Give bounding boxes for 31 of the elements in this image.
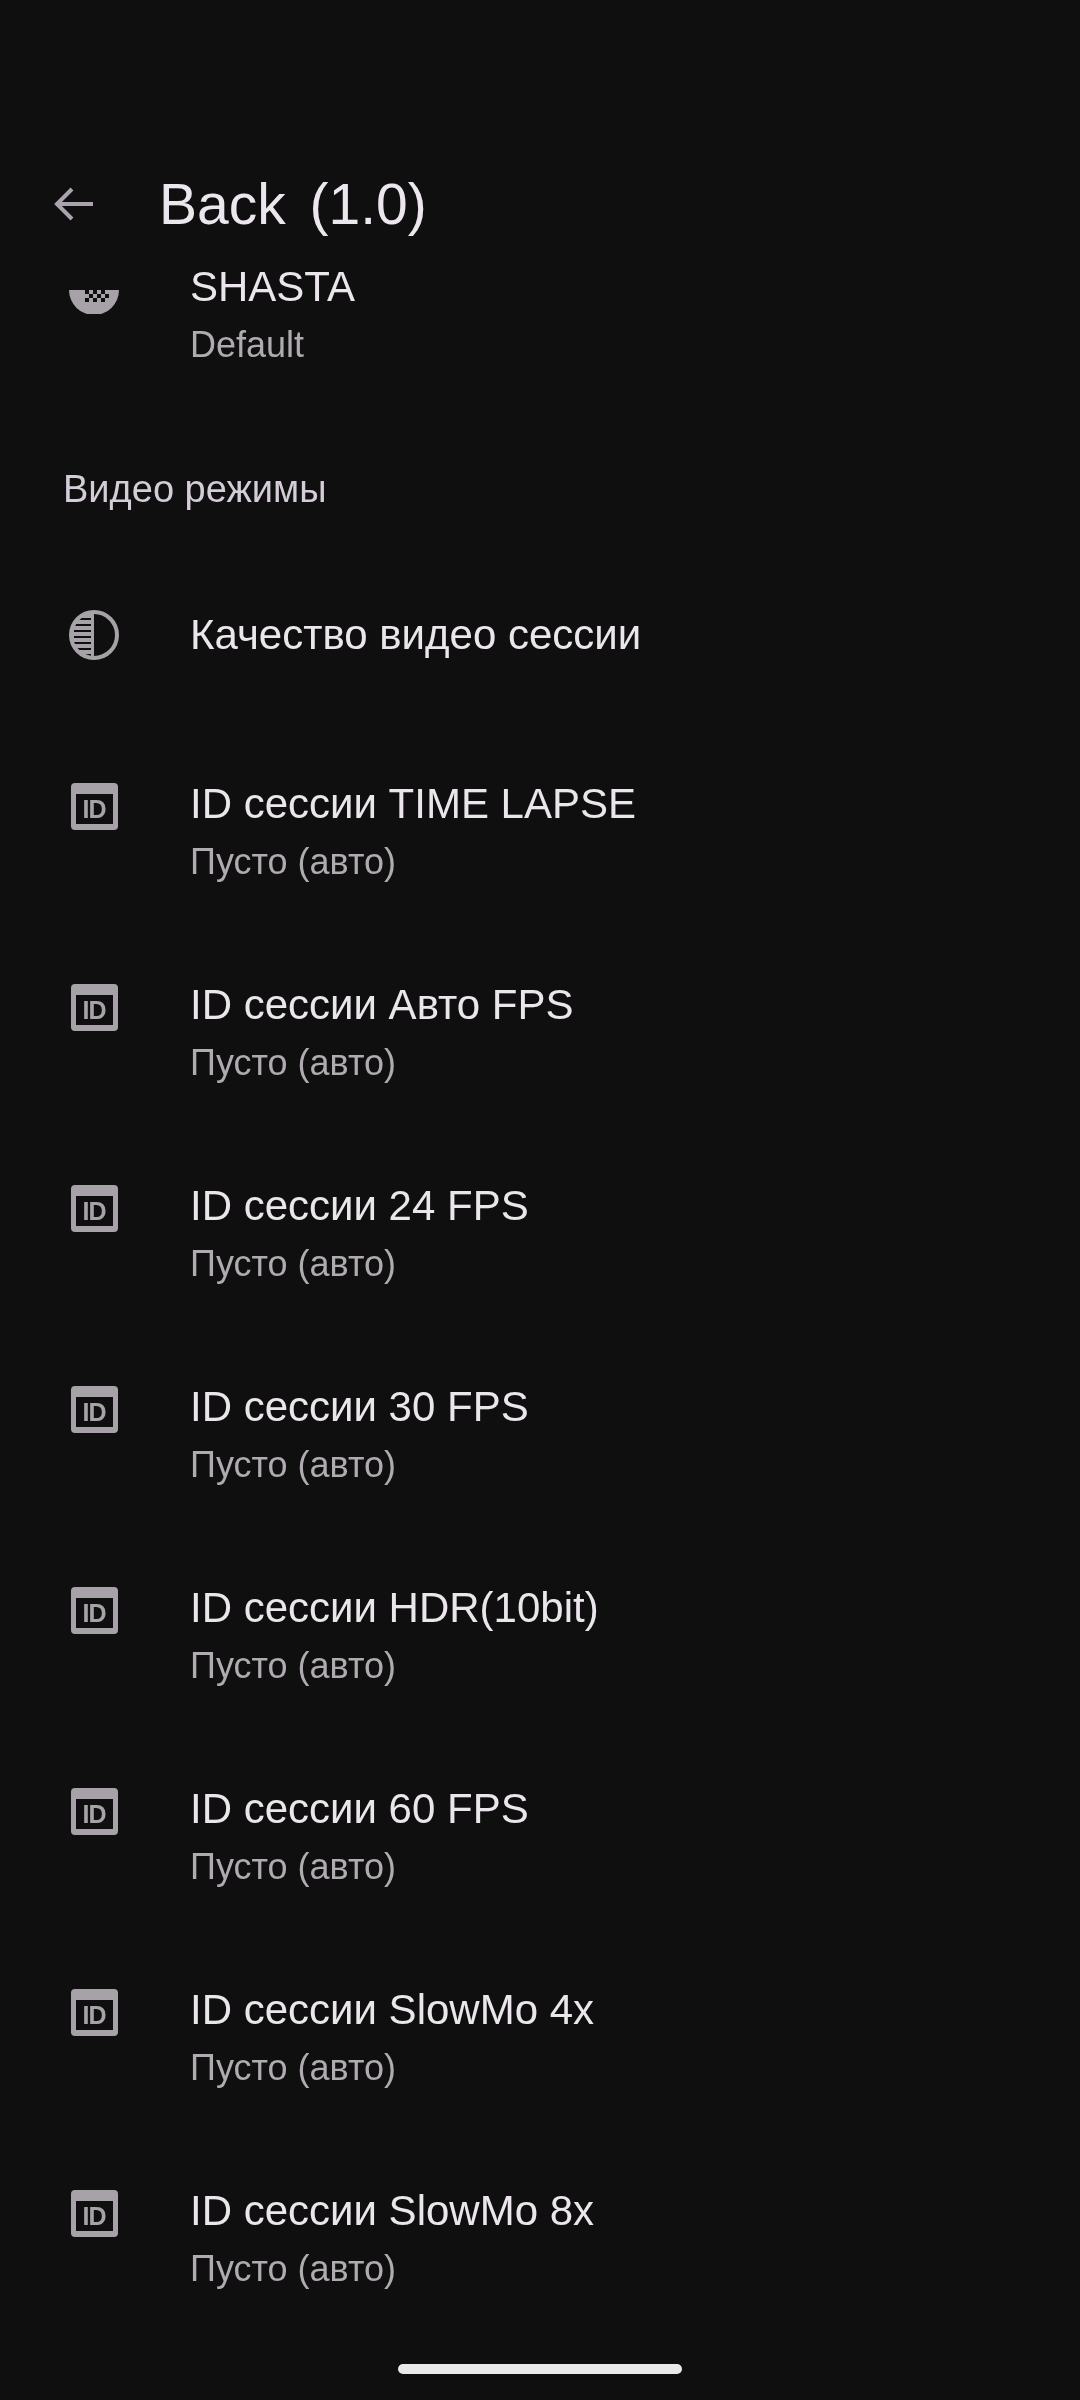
setting-value: Пусто (авто) <box>190 1443 396 1487</box>
id-card-icon: ID <box>70 783 118 830</box>
setting-value: Пусто (авто) <box>190 1845 396 1889</box>
setting-title[interactable]: ID сессии Авто FPS <box>190 980 574 1030</box>
contrast-icon <box>68 609 120 661</box>
setting-title[interactable]: ID сессии 30 FPS <box>190 1382 529 1432</box>
id-card-icon: ID <box>70 1788 118 1835</box>
setting-title[interactable]: ID сессии 60 FPS <box>190 1784 529 1834</box>
setting-value: Пусто (авто) <box>190 840 396 884</box>
setting-value: Пусто (авто) <box>190 2046 396 2090</box>
id-card-icon: ID <box>70 1989 118 2036</box>
setting-value: Пусто (авто) <box>190 1041 396 1085</box>
id-card-icon: ID <box>70 1386 118 1433</box>
setting-title[interactable]: SHASTA <box>190 262 355 312</box>
setting-title[interactable]: ID сессии HDR(10bit) <box>190 1583 599 1633</box>
setting-title[interactable]: ID сессии SlowMo 8x <box>190 2186 595 2236</box>
back-arrow-icon[interactable] <box>53 186 95 222</box>
screen-title: Back (1.0) <box>159 171 427 238</box>
id-card-icon: ID <box>70 1587 118 1634</box>
id-card-icon: ID <box>70 2190 118 2237</box>
setting-value: Пусто (авто) <box>190 1644 396 1688</box>
id-card-icon: ID <box>70 1185 118 1232</box>
setting-title[interactable]: ID сессии TIME LAPSE <box>190 779 637 829</box>
section-header: Видео режимы <box>63 467 327 512</box>
id-card-icon: ID <box>70 984 118 1031</box>
setting-title[interactable]: Качество видео сессии <box>190 610 642 660</box>
setting-value: Default <box>190 323 305 367</box>
setting-value: Пусто (авто) <box>190 1242 396 1286</box>
setting-title[interactable]: ID сессии SlowMo 4x <box>190 1985 595 2035</box>
setting-value: Пусто (авто) <box>190 2247 396 2291</box>
setting-title[interactable]: ID сессии 24 FPS <box>190 1181 529 1231</box>
